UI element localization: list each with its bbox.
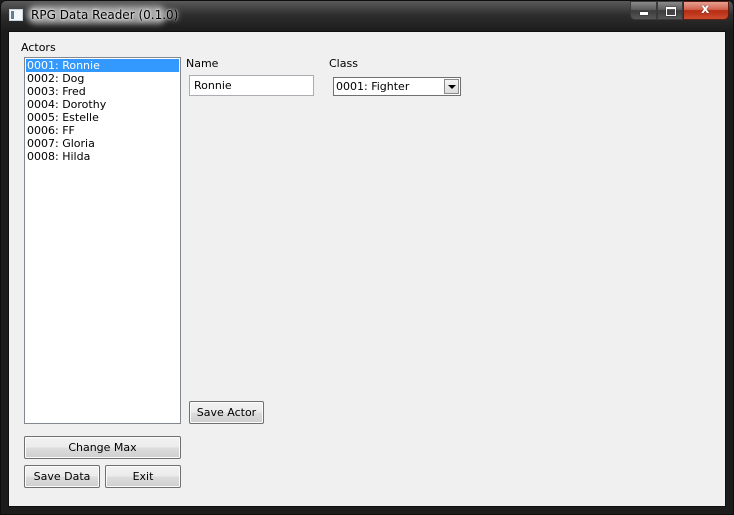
list-item[interactable]: 0007: Gloria <box>26 137 179 150</box>
list-item[interactable]: 0006: FF <box>26 124 179 137</box>
save-data-button[interactable]: Save Data <box>24 465 100 488</box>
maximize-button[interactable] <box>657 1 683 20</box>
list-item[interactable]: 0001: Ronnie <box>26 59 179 72</box>
title-bar[interactable]: RPG Data Reader (0.1.0) x <box>1 1 733 31</box>
dropdown-arrow-icon[interactable] <box>444 79 459 94</box>
minimize-button[interactable] <box>630 1 657 20</box>
list-item[interactable]: 0003: Fred <box>26 85 179 98</box>
class-label: Class <box>329 57 358 70</box>
app-icon[interactable] <box>9 9 23 21</box>
client-area: Actors 0001: Ronnie 0002: Dog 0003: Fred 00… <box>8 31 726 507</box>
window-title: RPG Data Reader (0.1.0) <box>31 8 179 22</box>
actors-label: Actors <box>21 41 56 54</box>
list-item[interactable]: 0004: Dorothy <box>26 98 179 111</box>
minimize-icon <box>640 12 648 15</box>
save-actor-button[interactable]: Save Actor <box>189 401 264 424</box>
actors-listbox[interactable]: 0001: Ronnie 0002: Dog 0003: Fred 0004: Dor… <box>24 57 181 424</box>
exit-button[interactable]: Exit <box>105 465 181 488</box>
app-window: RPG Data Reader (0.1.0) x Actors 0001: R… <box>0 0 734 515</box>
list-item[interactable]: 0008: Hilda <box>26 150 179 163</box>
close-icon: x <box>701 2 710 17</box>
caption-buttons: x <box>630 1 729 20</box>
list-item[interactable]: 0002: Dog <box>26 72 179 85</box>
list-item[interactable]: 0005: Estelle <box>26 111 179 124</box>
maximize-icon <box>666 7 676 16</box>
class-select[interactable]: 0001: Fighter <box>333 77 461 96</box>
class-select-value: 0001: Fighter <box>336 80 410 93</box>
name-input[interactable] <box>189 75 314 96</box>
change-max-button[interactable]: Change Max <box>24 436 181 459</box>
close-button[interactable]: x <box>683 1 729 20</box>
name-label: Name <box>186 57 219 70</box>
